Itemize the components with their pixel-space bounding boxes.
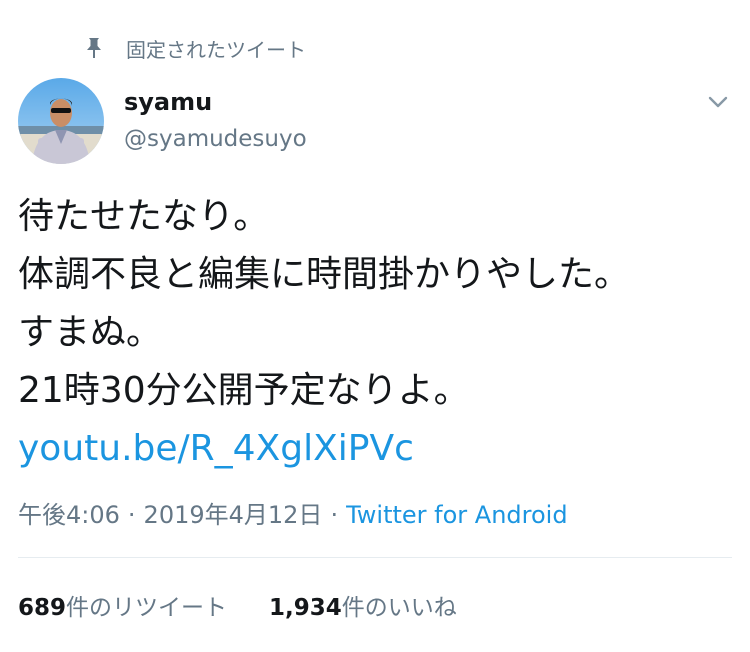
retweet-count: 689 (18, 595, 67, 621)
like-label: 件のいいね (341, 595, 457, 621)
like-count-button[interactable]: 1,934件のいいね (269, 588, 457, 622)
display-name[interactable]: syamu (124, 88, 212, 116)
divider (18, 557, 732, 558)
tweet-text-line: 21時30分公開予定なりよ。 (18, 370, 470, 411)
tweet-text-line: すまぬ。 (18, 312, 163, 353)
retweet-label: 件のリツイート (66, 595, 228, 621)
tweet-stats: 689件のリツイート 1,934件のいいね (18, 588, 457, 622)
avatar[interactable] (18, 78, 104, 164)
tweet-detail: 固定されたツイート syamu @syamudesuyo 待たせたなり。 体調不… (0, 0, 750, 652)
like-count: 1,934 (269, 595, 342, 621)
pin-icon (84, 37, 104, 59)
chevron-down-icon[interactable] (704, 88, 732, 116)
pinned-label: 固定されたツイート (126, 37, 306, 62)
meta-separator: · (330, 501, 339, 529)
tweet-text-line: 待たせたなり。 (18, 196, 270, 237)
source-app-link[interactable]: Twitter for Android (346, 501, 567, 529)
tweet-time[interactable]: 午後4:06 (18, 501, 120, 529)
tweet-date[interactable]: 2019年4月12日 (144, 501, 323, 529)
tweet-link[interactable]: youtu.be/R_4XglXiPVc (18, 428, 414, 469)
tweet-text: 待たせたなり。 体調不良と編集に時間掛かりやした。 すまぬ。 21時30分公開予… (18, 188, 738, 478)
retweet-count-button[interactable]: 689件のリツイート (18, 588, 227, 622)
tweet-metadata: 午後4:06 · 2019年4月12日 · Twitter for Android (18, 495, 568, 530)
tweet-text-line: 体調不良と編集に時間掛かりやした。 (18, 254, 631, 295)
user-handle[interactable]: @syamudesuyo (124, 126, 307, 152)
meta-separator: · (127, 501, 136, 529)
pinned-tweet-indicator: 固定されたツイート (84, 34, 306, 62)
